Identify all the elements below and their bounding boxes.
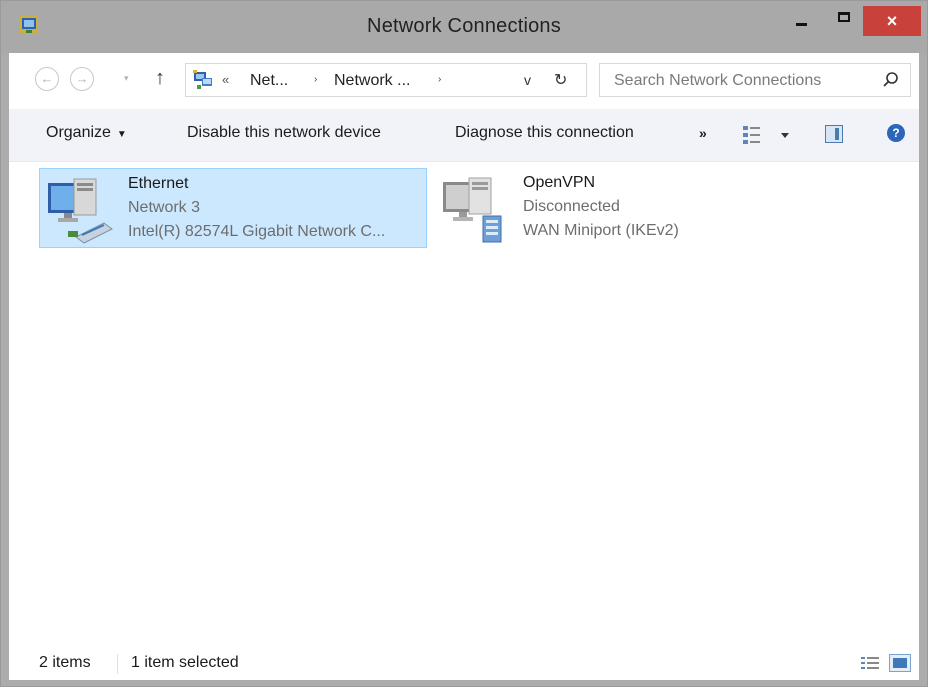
organize-menu-button[interactable]: Organize ▼ bbox=[46, 124, 127, 142]
item-count: 2 items bbox=[39, 654, 91, 671]
diagnose-connection-button[interactable]: Diagnose this connection bbox=[455, 124, 634, 142]
connection-device: Intel(R) 82574L Gigabit Network C... bbox=[128, 223, 386, 240]
up-button[interactable]: ↑ bbox=[155, 67, 165, 90]
connection-device: WAN Miniport (IKEv2) bbox=[523, 222, 679, 239]
window-client-area: ← → ▾ ↑ « Net... › Network ... › v ↻ Sea… bbox=[9, 53, 919, 680]
connection-name: Ethernet bbox=[128, 175, 189, 192]
breadcrumb-separator[interactable]: › bbox=[314, 74, 317, 85]
search-icon[interactable] bbox=[882, 71, 900, 89]
back-button[interactable]: ← bbox=[35, 67, 59, 91]
minimize-button[interactable] bbox=[783, 5, 819, 33]
chevron-down-icon: ▼ bbox=[116, 129, 127, 140]
selection-count: 1 item selected bbox=[131, 654, 239, 671]
explorer-window: Network Connections × ← → ▾ ↑ « Net... ›… bbox=[0, 0, 928, 687]
title-bar[interactable]: Network Connections × bbox=[1, 1, 927, 53]
recent-locations-button[interactable]: ▾ bbox=[124, 73, 129, 84]
preview-pane-button[interactable] bbox=[825, 125, 843, 143]
connection-item-ethernet[interactable]: Ethernet Network 3 Intel(R) 82574L Gigab… bbox=[39, 168, 427, 248]
breadcrumb-network-internet[interactable]: Net... bbox=[250, 72, 288, 90]
connection-status: Network 3 bbox=[128, 199, 201, 216]
search-box[interactable] bbox=[599, 63, 911, 98]
forward-button[interactable]: → bbox=[70, 67, 94, 91]
address-bar[interactable]: « Net... › Network ... › v ↻ bbox=[185, 63, 587, 97]
connection-item-openvpn[interactable]: OpenVPN Disconnected WAN Miniport (IKEv2… bbox=[435, 168, 775, 248]
network-folder-icon bbox=[193, 70, 212, 89]
address-dropdown-button[interactable]: v bbox=[524, 72, 531, 88]
disable-device-button[interactable]: Disable this network device bbox=[187, 124, 381, 142]
organize-label: Organize bbox=[46, 124, 111, 141]
close-button[interactable]: × bbox=[863, 6, 921, 36]
refresh-button[interactable]: ↻ bbox=[554, 70, 567, 90]
wired-network-adapter-icon bbox=[48, 178, 113, 244]
connection-status: Disconnected bbox=[523, 198, 620, 215]
search-input[interactable] bbox=[600, 64, 886, 98]
help-button[interactable]: ? bbox=[887, 124, 905, 142]
breadcrumb-separator[interactable]: › bbox=[438, 74, 441, 85]
details-view-icon[interactable] bbox=[861, 656, 879, 670]
maximize-button[interactable] bbox=[827, 5, 863, 33]
status-divider bbox=[117, 654, 118, 674]
breadcrumb-network-connections[interactable]: Network ... bbox=[334, 72, 410, 90]
breadcrumb-overflow-chevron[interactable]: « bbox=[222, 72, 229, 87]
large-icons-view-icon[interactable] bbox=[889, 654, 911, 672]
connection-name: OpenVPN bbox=[523, 174, 596, 191]
navigation-bar: ← → ▾ ↑ « Net... › Network ... › v ↻ Sea… bbox=[9, 53, 919, 109]
connections-list[interactable]: Ethernet Network 3 Intel(R) 82574L Gigab… bbox=[9, 162, 919, 646]
change-view-button[interactable] bbox=[741, 123, 793, 147]
vpn-connection-icon bbox=[443, 177, 502, 243]
command-bar: Organize ▼ Disable this network device Di… bbox=[9, 109, 919, 162]
status-bar: 2 items 1 item selected bbox=[9, 646, 919, 680]
more-commands-button[interactable]: » bbox=[699, 125, 707, 141]
